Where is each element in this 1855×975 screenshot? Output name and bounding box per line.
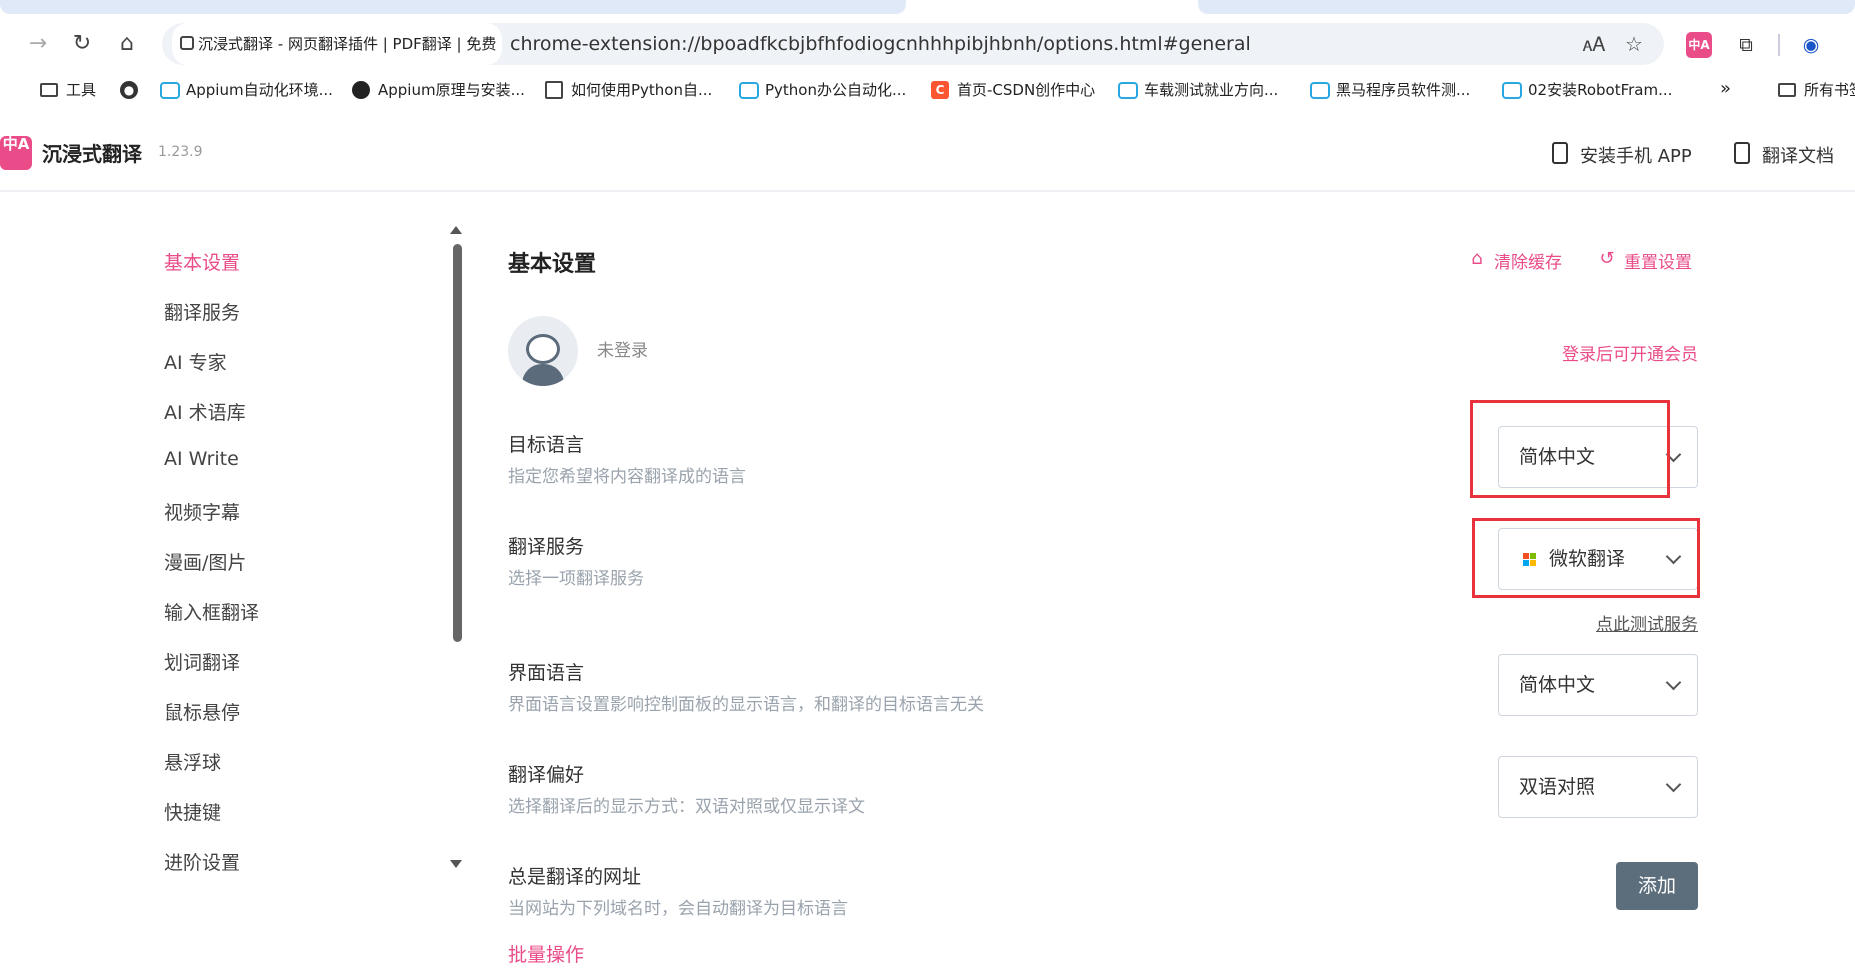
translate-service-desc: 选择一项翻译服务 [508, 569, 644, 589]
sidebar-item-ai-write[interactable]: AI Write [164, 448, 239, 470]
scroll-down-arrow-icon[interactable] [450, 860, 462, 868]
bookmark-item[interactable]: 车载测试就业方向... [1118, 78, 1278, 102]
sidebar-scrollbar-thumb[interactable] [453, 244, 462, 642]
bookmark-item[interactable]: ● [120, 78, 146, 102]
app-name: 沉浸式翻译 [42, 142, 142, 166]
membership-link[interactable]: 登录后可开通会员 [1562, 340, 1698, 365]
page-tab-title[interactable]: 沉浸式翻译 - 网页翻译插件 | PDF翻译 | 免费 [172, 23, 502, 65]
sidebar-item-input-translate[interactable]: 输入框翻译 [164, 598, 259, 625]
all-bookmarks[interactable]: 所有书签 [1778, 78, 1855, 102]
translate-pref-label: 翻译偏好 [508, 764, 585, 786]
clear-cache-button[interactable]: ⌂ 清除缓存 [1468, 248, 1562, 274]
active-tab-edge[interactable] [0, 0, 906, 14]
add-url-button[interactable]: 添加 [1616, 862, 1698, 910]
ui-language-desc: 界面语言设置影响控制面板的显示语言，和翻译的目标语言无关 [508, 695, 984, 715]
bilibili-icon [739, 82, 759, 99]
folder-icon [40, 83, 58, 97]
bookmark-item[interactable]: 黑马程序员软件测... [1310, 78, 1470, 102]
always-translate-desc: 当网站为下列域名时，会自动翻译为目标语言 [508, 899, 848, 919]
sidebar-item-ai-glossary[interactable]: AI 术语库 [164, 398, 246, 425]
translate-service-label: 翻译服务 [508, 536, 585, 558]
broom-icon: ⌂ [1471, 248, 1483, 269]
extensions-puzzle-icon[interactable]: ⧉ [1733, 32, 1759, 58]
translate-pref-desc: 选择翻译后的显示方式：双语对照或仅显示译文 [508, 797, 865, 817]
sidebar-item-video-subtitles[interactable]: 视频字幕 [164, 498, 240, 525]
annotation-highlight-box [1472, 518, 1700, 598]
annotation-highlight-box [1470, 400, 1670, 498]
app-logo: 中A [0, 136, 32, 170]
url-text[interactable]: chrome-extension://bpoadfkcbjbfhfodiogcn… [510, 23, 1251, 65]
folder-icon [1778, 83, 1796, 97]
bookmark-item[interactable]: 如何使用Python自... [545, 78, 712, 102]
bilibili-icon [1310, 82, 1330, 99]
scroll-up-arrow-icon[interactable] [450, 226, 462, 234]
sidebar-item-shortcuts[interactable]: 快捷键 [164, 798, 221, 825]
sidebar-item-floating-ball[interactable]: 悬浮球 [164, 748, 221, 775]
profile-icon[interactable]: ◉ [1798, 32, 1824, 58]
bilibili-icon [1118, 82, 1138, 99]
bookmark-item[interactable]: 02安装RobotFram... [1502, 78, 1672, 102]
sidebar-item-translate-services[interactable]: 翻译服务 [164, 298, 240, 325]
home-icon[interactable]: ⌂ [113, 30, 141, 58]
avatar-body [522, 364, 564, 386]
bookmark-item[interactable]: Appium原理与安装... [352, 78, 525, 102]
chevron-down-icon [1665, 776, 1682, 793]
settings-main: 基本设置 ⌂ 清除缓存 ↺ 重置设置 未登录 登录后可开通会员 目标语言 指定您… [508, 222, 1698, 975]
install-app-link[interactable]: 安装手机 APP [1552, 142, 1692, 168]
sidebar-item-manga-images[interactable]: 漫画/图片 [164, 548, 246, 575]
page-title: 基本设置 [508, 252, 597, 277]
translate-page-icon[interactable]: 🗚 [1582, 32, 1606, 56]
bookmark-item[interactable]: C 首页-CSDN创作中心 [931, 78, 1095, 102]
toolbar-divider [1778, 34, 1780, 56]
target-language-label: 目标语言 [508, 434, 585, 456]
ui-language-select[interactable]: 简体中文 [1498, 654, 1698, 716]
forward-icon[interactable]: → [24, 30, 52, 58]
sidebar-item-basic-settings[interactable]: 基本设置 [164, 248, 240, 275]
avatar[interactable] [508, 316, 578, 386]
docs-link[interactable]: 翻译文档 [1734, 142, 1834, 168]
translate-pref-select[interactable]: 双语对照 [1498, 756, 1698, 818]
reset-settings-button[interactable]: ↺ 重置设置 [1598, 248, 1692, 274]
phone-icon [1552, 142, 1568, 164]
csdn-icon: C [931, 81, 949, 99]
app-header: 中A 沉浸式翻译 1.23.9 安装手机 APP 翻译文档 [0, 118, 1855, 192]
document-icon [1734, 142, 1750, 164]
avatar-face [526, 334, 560, 364]
always-translate-label: 总是翻译的网址 [508, 866, 642, 888]
batch-operation-link[interactable]: 批量操作 [508, 940, 584, 967]
address-bar[interactable]: 沉浸式翻译 - 网页翻译插件 | PDF翻译 | 免费 chrome-exten… [162, 23, 1664, 65]
bilibili-icon [160, 82, 180, 99]
chevron-down-icon [1665, 674, 1682, 691]
reload-icon[interactable]: ↻ [68, 30, 96, 58]
target-language-desc: 指定您希望将内容翻译成的语言 [508, 467, 746, 487]
browser-toolbar: → ↻ ⌂ 沉浸式翻译 - 网页翻译插件 | PDF翻译 | 免费 chrome… [0, 14, 1855, 74]
site-icon [352, 81, 370, 99]
sidebar-item-advanced[interactable]: 进阶设置 [164, 848, 240, 875]
bookmark-item[interactable]: Python办公自动化... [739, 78, 906, 102]
extension-icon [180, 36, 194, 50]
bilibili-icon [1502, 82, 1522, 99]
immersive-translate-extension-icon[interactable]: 中A [1686, 32, 1712, 58]
inactive-tab-edge[interactable] [1198, 0, 1855, 14]
bookmark-item[interactable]: 工具 [40, 78, 96, 102]
settings-sidebar: 基本设置 翻译服务 AI 专家 AI 术语库 AI Write 视频字幕 漫画/… [0, 222, 470, 882]
page-icon [545, 81, 563, 99]
tab-strip [0, 0, 1855, 14]
bookmark-star-icon[interactable]: ☆ [1622, 32, 1646, 56]
reset-icon: ↺ [1599, 248, 1615, 269]
globe-icon: ● [120, 81, 138, 99]
bookmarks-bar: 工具 ● Appium自动化环境... Appium原理与安装... 如何使用P… [0, 74, 1855, 106]
bookmarks-overflow-icon[interactable]: » [1720, 78, 1731, 99]
login-status: 未登录 [597, 341, 648, 361]
sidebar-item-selection-translate[interactable]: 划词翻译 [164, 648, 240, 675]
test-service-link[interactable]: 点此测试服务 [1596, 610, 1698, 635]
app-version: 1.23.9 [158, 144, 203, 160]
sidebar-item-mouse-hover[interactable]: 鼠标悬停 [164, 698, 240, 725]
bookmark-item[interactable]: Appium自动化环境... [160, 78, 333, 102]
ui-language-label: 界面语言 [508, 662, 585, 684]
sidebar-item-ai-expert[interactable]: AI 专家 [164, 348, 227, 375]
